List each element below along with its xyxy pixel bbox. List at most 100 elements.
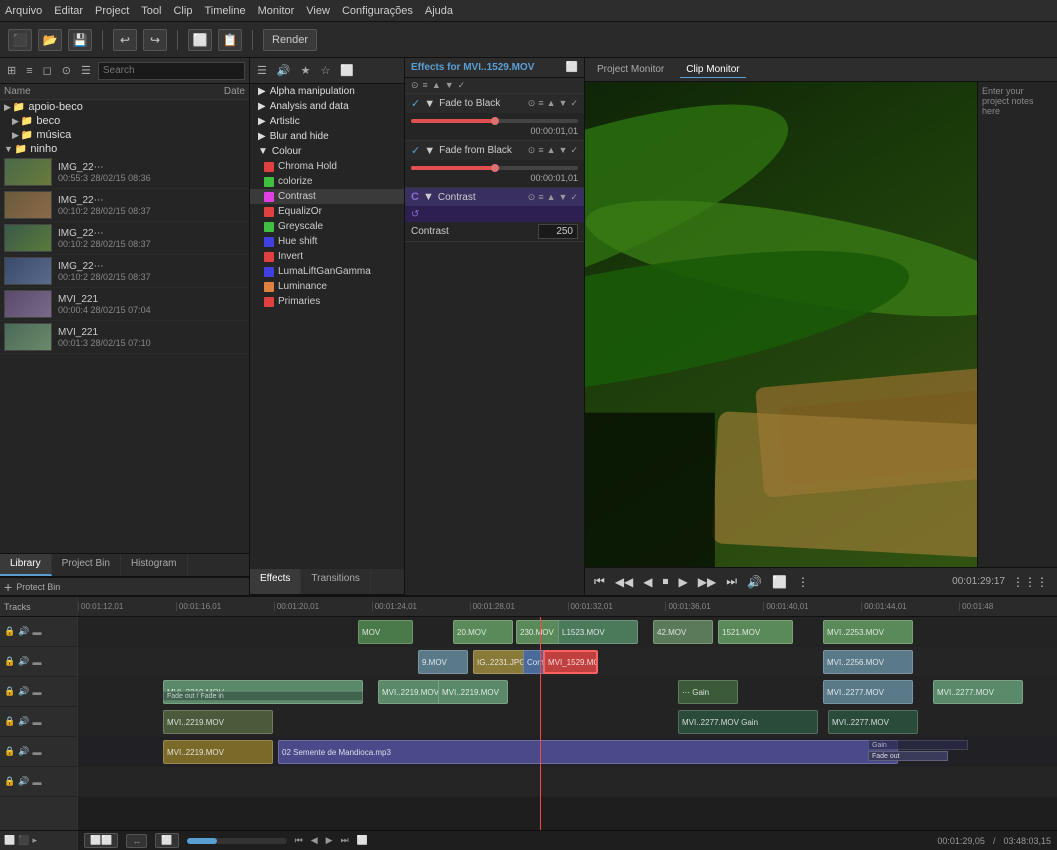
section-expand[interactable]: ▼: [423, 191, 434, 203]
section-menu-icon[interactable]: ≡: [538, 145, 543, 156]
save-button[interactable]: 💾: [68, 29, 92, 51]
effect-luminance[interactable]: Luminance: [250, 279, 404, 294]
audio-icon[interactable]: 🔊: [18, 746, 29, 757]
clip-block[interactable]: Fade out / Fade in: [163, 691, 363, 701]
clip-block[interactable]: MVI..2219.MOV: [438, 680, 508, 704]
section-up-icon[interactable]: ▲: [547, 145, 556, 156]
clip-block[interactable]: L1523.MOV: [558, 620, 638, 644]
volume-button[interactable]: 🔊: [744, 574, 765, 590]
section-expand[interactable]: ▼: [424, 98, 435, 110]
fast-forward-button[interactable]: ▶▶: [695, 574, 719, 590]
section-down-icon[interactable]: ▼: [559, 98, 568, 109]
menu-clip[interactable]: Clip: [173, 5, 192, 17]
lock-icon[interactable]: 🔒: [4, 776, 15, 787]
clip-block[interactable]: 02 Semente de Mandioca.mp3: [278, 740, 898, 764]
step-back-button[interactable]: ◀: [640, 574, 655, 590]
section-settings-icon[interactable]: ⊙: [528, 98, 536, 109]
status-btn-2[interactable]: ↔: [126, 834, 147, 848]
play-btn[interactable]: ⏮: [295, 835, 303, 846]
layer-icon[interactable]: ▬: [32, 687, 41, 697]
list-icon[interactable]: ≡: [23, 64, 35, 78]
track-area[interactable]: MOV 20.MOV 230.MOV L1523.MOV 42.MOV: [78, 617, 1057, 830]
skip-forward-button[interactable]: ⏭: [723, 573, 740, 590]
redo-button[interactable]: ↪: [143, 29, 167, 51]
effects-tab[interactable]: Effects: [250, 569, 301, 594]
category-artistic[interactable]: ▶ Artistic: [250, 114, 404, 129]
grid-view-button[interactable]: ⋮⋮⋮: [1009, 574, 1051, 590]
library-tab[interactable]: Library: [0, 554, 52, 576]
section-menu-icon[interactable]: ≡: [538, 192, 543, 203]
clip-item[interactable]: IMG_22⋯ 00:55:3 28/02/15 08:36: [0, 156, 249, 189]
tl-ctrl-icon[interactable]: ⬜: [4, 835, 15, 846]
section-expand[interactable]: ▼: [424, 145, 435, 157]
slider-handle[interactable]: [491, 117, 499, 125]
audio-icon[interactable]: 🔊: [18, 686, 29, 697]
menu-project[interactable]: Project: [95, 5, 129, 17]
clip-block[interactable]: MVI..2256.MOV: [823, 650, 913, 674]
menu-view[interactable]: View: [306, 5, 330, 17]
clip-item[interactable]: IMG_22⋯ 00:10:2 28/02/15 08:37: [0, 222, 249, 255]
effects-blue-icon[interactable]: ⬜: [337, 63, 357, 78]
clip-block[interactable]: ⋯ Gain: [678, 680, 738, 704]
undo-button[interactable]: ↩: [113, 29, 137, 51]
project-monitor-tab[interactable]: Project Monitor: [591, 62, 670, 77]
full-btn[interactable]: ⬜: [357, 835, 368, 846]
play-btn2[interactable]: ▶: [326, 835, 333, 846]
up-icon[interactable]: ▲: [432, 80, 441, 91]
layer-icon[interactable]: ▬: [32, 657, 41, 667]
section-up-icon[interactable]: ▲: [547, 98, 556, 109]
clip-monitor-tab[interactable]: Clip Monitor: [680, 62, 745, 78]
clip-block[interactable]: 9.MOV: [418, 650, 468, 674]
effect-invert[interactable]: Invert: [250, 249, 404, 264]
category-alpha[interactable]: ▶ Alpha manipulation: [250, 84, 404, 99]
clip-item[interactable]: MVI_221 00:00:4 28/02/15 07:04: [0, 288, 249, 321]
clip-item[interactable]: IMG_22⋯ 00:10:2 28/02/15 08:37: [0, 189, 249, 222]
lock-icon[interactable]: 🔒: [4, 656, 15, 667]
audio-icon[interactable]: 🔊: [18, 626, 29, 637]
clip-item[interactable]: IMG_22⋯ 00:10:2 28/02/15 08:37: [0, 255, 249, 288]
menu-monitor[interactable]: Monitor: [258, 5, 295, 17]
zoom-bar[interactable]: [187, 838, 287, 844]
menu-configuracoes[interactable]: Configurações: [342, 5, 413, 17]
render-button[interactable]: Render: [263, 29, 317, 51]
section-check[interactable]: ✓: [411, 97, 420, 110]
folder-musica[interactable]: ▶ 📁 música: [0, 128, 249, 142]
effect-equalizor[interactable]: EqualizOr: [250, 204, 404, 219]
menu-icon[interactable]: ☰: [78, 63, 94, 78]
tag-icon[interactable]: ⊙: [59, 63, 74, 78]
audio-icon[interactable]: 🔊: [18, 716, 29, 727]
effects-audio-icon[interactable]: 🔊: [274, 63, 294, 78]
folder-beco[interactable]: ▶ 📁 beco: [0, 114, 249, 128]
end-btn[interactable]: ⏭: [341, 835, 349, 846]
transitions-tab[interactable]: Transitions: [301, 569, 371, 594]
clip-block[interactable]: 1521.MOV: [718, 620, 793, 644]
enable-icon[interactable]: ⊙: [411, 80, 419, 91]
category-blur[interactable]: ▶ Blur and hide: [250, 129, 404, 144]
menu-arquivo[interactable]: Arquivo: [5, 5, 42, 17]
open-button[interactable]: 📂: [38, 29, 62, 51]
grid-icon[interactable]: ⊞: [4, 63, 19, 78]
effects-star2-icon[interactable]: ☆: [317, 63, 333, 78]
section-down-icon[interactable]: ▼: [559, 145, 568, 156]
clip-button[interactable]: ⬜: [188, 29, 212, 51]
folder-apoio-beco[interactable]: ▶ 📁 apoio-beco: [0, 100, 249, 114]
maximize-icon[interactable]: ⬜: [566, 62, 578, 73]
effect-chroma-hold[interactable]: Chroma Hold: [250, 159, 404, 174]
audio-icon[interactable]: 🔊: [18, 656, 29, 667]
status-btn-3[interactable]: ⬜: [155, 833, 178, 848]
section-x-icon[interactable]: ✓: [570, 145, 578, 156]
project-bin-tab[interactable]: Project Bin: [52, 554, 121, 576]
lock-icon[interactable]: 🔒: [4, 746, 15, 757]
tl-ctrl-icon[interactable]: ⬛: [18, 835, 29, 846]
clip-block[interactable]: Fade out: [868, 751, 948, 761]
effect-contrast[interactable]: Contrast: [250, 189, 404, 204]
clip-item[interactable]: MVI_221 00:01:3 28/02/15 07:10: [0, 321, 249, 354]
slider-track[interactable]: [411, 166, 578, 170]
clip-block[interactable]: MVI..2277.MOV: [933, 680, 1023, 704]
layer-icon[interactable]: ▬: [32, 747, 41, 757]
more-button[interactable]: ⋮: [794, 574, 812, 590]
new-button[interactable]: ⬛: [8, 29, 32, 51]
status-btn-1[interactable]: ⬜⬜: [84, 833, 118, 848]
folder-ninho[interactable]: ▼ 📁 ninho: [0, 142, 249, 156]
lock-icon[interactable]: 🔒: [4, 626, 15, 637]
